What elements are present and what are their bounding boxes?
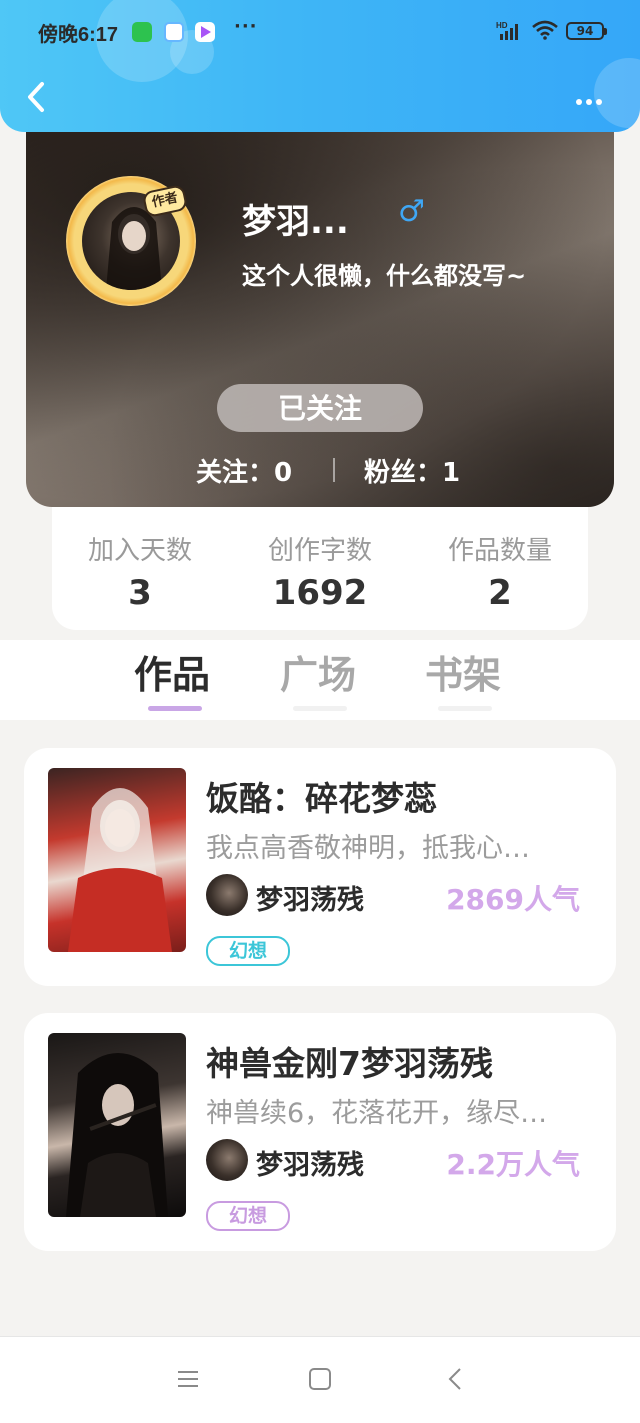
author-badge: 作者 — [141, 183, 189, 219]
status-time: 傍晚6:17 — [38, 24, 119, 46]
work-card[interactable]: 神兽金刚7梦羽荡残 神兽续6，花落花开，缘尽… 梦羽荡残 2.2万人气 幻想 — [24, 1013, 616, 1251]
profile-background — [26, 110, 614, 507]
divider — [333, 458, 335, 482]
tab-plaza[interactable]: 广场 — [280, 644, 356, 699]
genre-tag[interactable]: 幻想 — [206, 936, 290, 966]
signal-icon: HD — [496, 20, 524, 46]
following-count[interactable]: 关注：0 — [196, 452, 292, 489]
system-navigation-bar — [0, 1336, 640, 1423]
wifi-icon — [532, 20, 558, 44]
work-popularity: 2.2万人气 — [446, 1148, 580, 1181]
followers-count[interactable]: 粉丝：1 — [364, 452, 460, 489]
stat-label: 加入天数 — [87, 536, 192, 566]
work-title[interactable]: 饭酪：碎花梦蕊 — [206, 772, 437, 820]
work-author-avatar — [206, 1139, 248, 1181]
system-back-button[interactable] — [444, 1367, 468, 1395]
work-author-name: 梦羽荡残 — [256, 1150, 364, 1181]
stat-works-count: 作品数量 2 — [420, 530, 580, 613]
work-author-name: 梦羽荡残 — [256, 885, 364, 916]
stat-join-days: 加入天数 3 — [60, 530, 220, 613]
stat-value: 3 — [128, 573, 152, 613]
network-type-label: HD — [496, 21, 508, 30]
triangle-back-icon — [448, 1368, 461, 1390]
stat-label: 作品数量 — [447, 536, 552, 566]
video-app-icon — [195, 22, 215, 42]
work-description: 我点高香敬神明，抵我心… — [206, 833, 530, 864]
work-popularity: 2869人气 — [446, 883, 580, 916]
author-stats-panel: 加入天数 3 创作字数 1692 作品数量 2 — [52, 500, 588, 630]
tab-indicator — [438, 706, 492, 711]
work-author-avatar — [206, 874, 248, 916]
follow-counts: 关注：0 粉丝：1 — [26, 450, 614, 490]
tab-works[interactable]: 作品 — [134, 644, 210, 699]
wechat-icon — [132, 22, 152, 42]
content-tabs: 作品 广场 书架 — [0, 640, 640, 720]
profile-name: 梦羽... — [242, 202, 349, 242]
app-icon — [164, 22, 184, 42]
work-card[interactable]: 饭酪：碎花梦蕊 我点高香敬神明，抵我心… 梦羽荡残 2869人气 幻想 — [24, 748, 616, 986]
tab-bookshelf[interactable]: 书架 — [425, 644, 501, 699]
square-home-icon — [309, 1368, 331, 1390]
followed-button[interactable]: 已关注 — [217, 384, 423, 432]
active-tab-indicator — [148, 706, 202, 711]
more-dots-icon — [576, 99, 582, 105]
stat-label: 创作字数 — [267, 536, 372, 566]
profile-header-card: 作者 梦羽... ♂ 这个人很懒，什么都没写~ 已关注 关注：0 粉丝：1 — [26, 110, 614, 507]
works-list: 饭酪：碎花梦蕊 我点高香敬神明，抵我心… 梦羽荡残 2869人气 幻想 神兽金刚… — [0, 720, 640, 1260]
work-title[interactable]: 神兽金刚7梦羽荡残 — [206, 1037, 493, 1085]
stat-value: 2 — [488, 573, 512, 613]
battery-indicator: 94 — [566, 22, 607, 40]
profile-bio: 这个人很懒，什么都没写~ — [242, 262, 527, 290]
male-gender-icon: ♂ — [398, 194, 425, 229]
tab-indicator — [293, 706, 347, 711]
back-button[interactable] — [22, 80, 52, 114]
home-button[interactable] — [308, 1367, 332, 1395]
status-bar: 傍晚6:17 ··· HD 94 — [0, 14, 640, 48]
more-notifications-indicator: ··· — [234, 16, 258, 37]
work-description: 神兽续6，花落花开，缘尽… — [206, 1098, 548, 1129]
more-dots-icon — [586, 99, 592, 105]
genre-tag[interactable]: 幻想 — [206, 1201, 290, 1231]
stat-value: 1692 — [272, 573, 368, 613]
more-dots-icon — [596, 99, 602, 105]
recent-apps-button[interactable] — [176, 1367, 200, 1395]
top-app-bar: 傍晚6:17 ··· HD 94 — [0, 0, 640, 132]
chevron-left-icon — [28, 82, 44, 112]
stat-word-count: 创作字数 1692 — [240, 530, 400, 613]
more-options-button[interactable] — [576, 90, 606, 109]
work-cover-image[interactable] — [48, 768, 186, 952]
work-cover-image[interactable] — [48, 1033, 186, 1217]
menu-lines-icon — [178, 1371, 198, 1387]
author-avatar-frame[interactable]: 作者 — [66, 176, 196, 306]
